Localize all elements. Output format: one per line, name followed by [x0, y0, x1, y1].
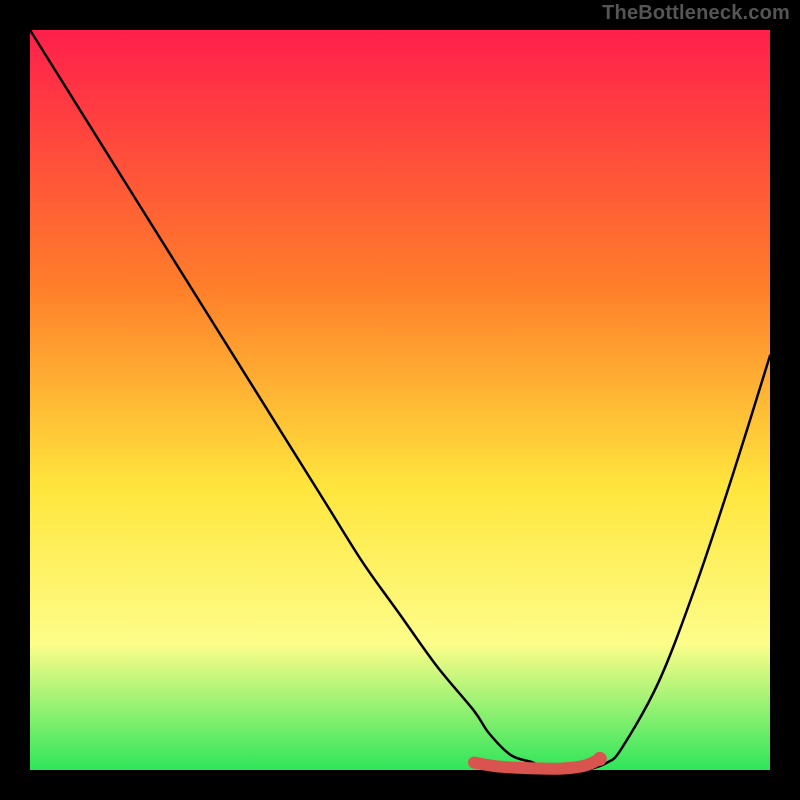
optimal-point-marker [593, 752, 607, 766]
chart-frame: TheBottleneck.com [0, 0, 800, 800]
plot-background [30, 30, 770, 770]
bottleneck-chart [0, 0, 800, 800]
watermark-text: TheBottleneck.com [602, 2, 790, 25]
